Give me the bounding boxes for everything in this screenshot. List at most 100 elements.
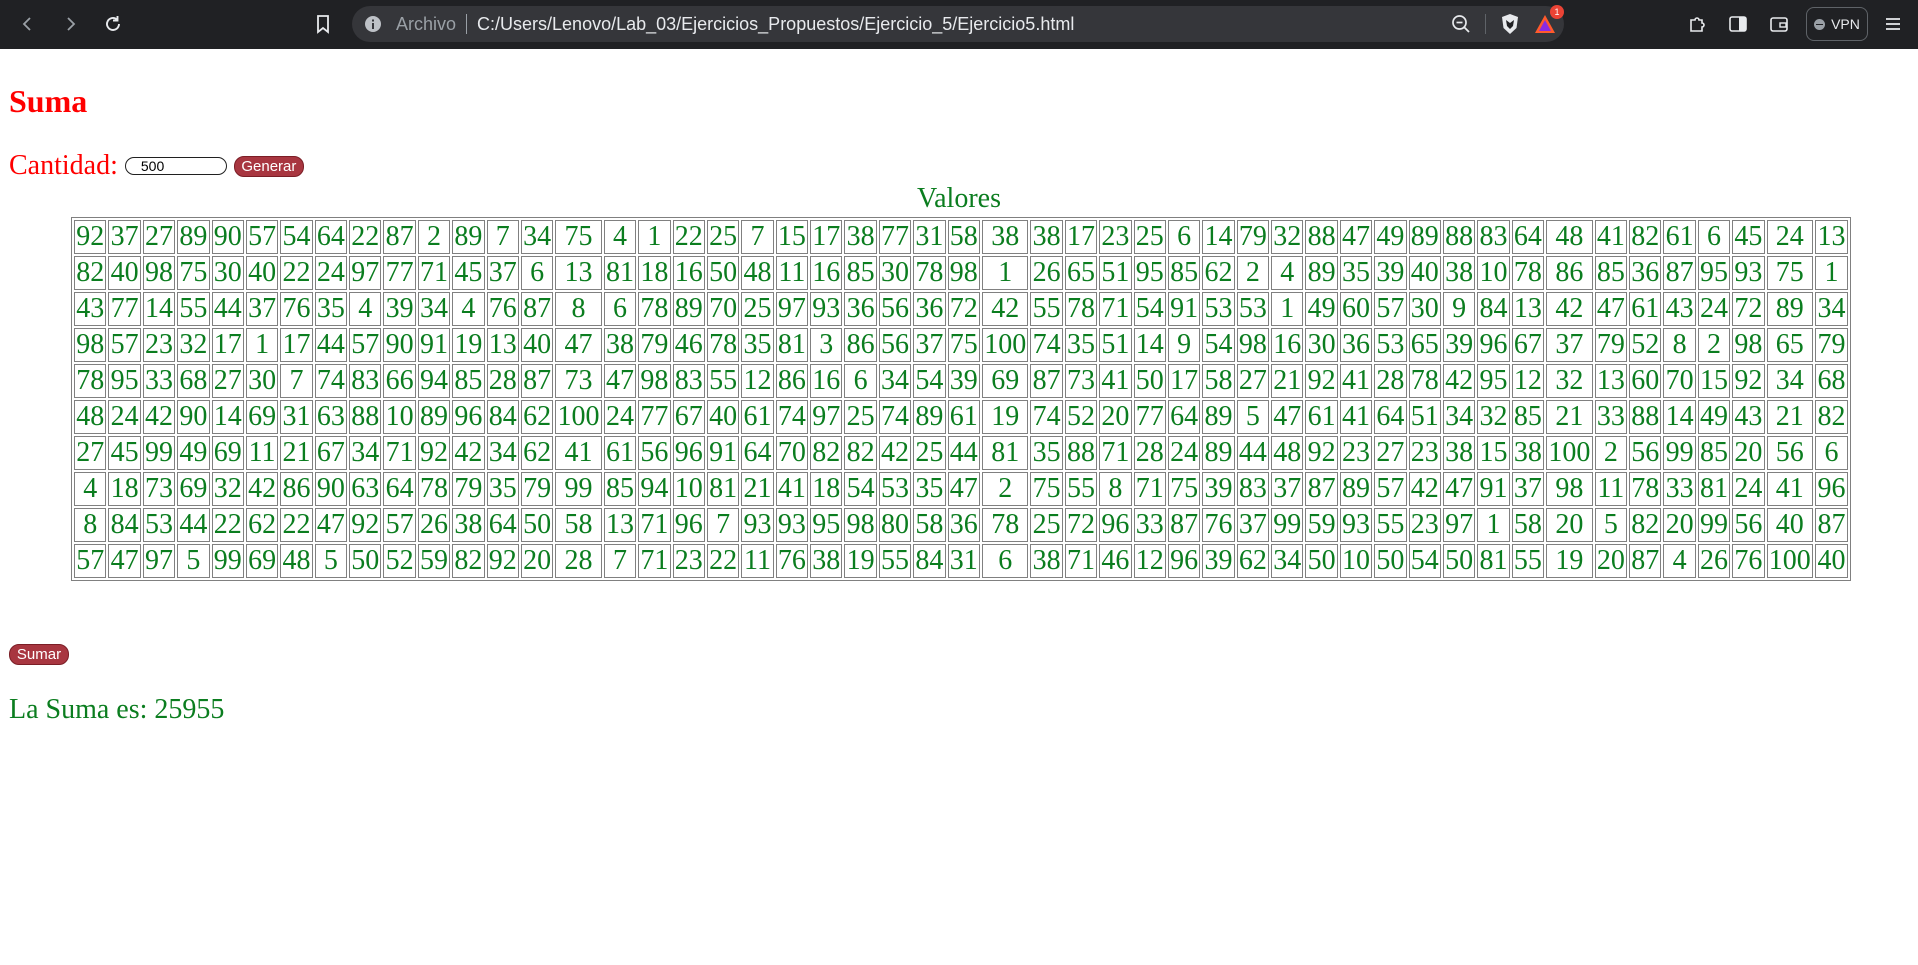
table-cell: 44 xyxy=(211,292,244,326)
table-row: 48 24 42 90 14 69 31 63 88 10 89 96 84 62 100 24 77 67 40 6… xyxy=(74,400,1848,434)
table-cell: 19 xyxy=(452,328,485,362)
table-cell: 41 xyxy=(1339,400,1373,434)
info-icon[interactable] xyxy=(364,15,382,33)
wallet-icon[interactable] xyxy=(1763,8,1795,40)
table-cell: 40 xyxy=(1766,508,1814,542)
table-cell: 4 xyxy=(603,220,637,254)
brave-shield-icon[interactable] xyxy=(1500,13,1520,35)
table-cell: 78 xyxy=(1064,292,1098,326)
table-cell: 85 xyxy=(1594,256,1628,290)
table-cell: 73 xyxy=(142,472,176,506)
table-cell: 58 xyxy=(913,508,946,542)
vpn-status-icon xyxy=(1814,18,1826,30)
table-caption: Valores xyxy=(917,183,1001,214)
table-cell: 52 xyxy=(1629,328,1662,362)
table-cell: 96 xyxy=(672,436,705,470)
table-cell: 88 xyxy=(1442,220,1476,254)
table-cell: 37 xyxy=(108,220,141,254)
table-cell: 89 xyxy=(1766,292,1814,326)
table-cell: 24 xyxy=(1766,220,1814,254)
table-cell: 48 xyxy=(1271,436,1304,470)
table-cell: 84 xyxy=(108,508,141,542)
table-cell: 50 xyxy=(1133,364,1166,398)
table-cell: 10 xyxy=(383,400,416,434)
table-cell: 22 xyxy=(211,508,244,542)
table-cell: 100 xyxy=(555,400,602,434)
toolbar-divider xyxy=(1485,14,1486,34)
table-cell: 43 xyxy=(74,292,107,326)
table-cell: 95 xyxy=(1133,256,1166,290)
table-cell: 16 xyxy=(810,364,843,398)
table-cell: 1 xyxy=(981,256,1029,290)
table-cell: 91 xyxy=(706,436,740,470)
table-cell: 88 xyxy=(349,400,382,434)
table-row: 78 95 33 68 27 30 7 74 83 66 94 85 28 87 73 47 98 83 55 12 8… xyxy=(74,364,1848,398)
table-cell: 36 xyxy=(947,508,980,542)
table-cell: 12 xyxy=(1133,544,1166,578)
extensions-icon[interactable] xyxy=(1681,8,1713,40)
table-cell: 98 xyxy=(74,328,107,362)
table-cell: 37 xyxy=(913,328,946,362)
sidebar-icon[interactable] xyxy=(1722,8,1754,40)
generate-button[interactable]: Generar xyxy=(233,155,304,177)
table-cell: 11 xyxy=(1594,472,1628,506)
table-cell: 78 xyxy=(981,508,1029,542)
table-cell: 82 xyxy=(74,256,107,290)
table-cell: 82 xyxy=(1815,400,1848,434)
table-cell: 70 xyxy=(706,292,740,326)
table-cell: 82 xyxy=(844,436,877,470)
table-cell: 82 xyxy=(810,436,843,470)
table-cell: 34 xyxy=(417,292,451,326)
table-cell: 23 xyxy=(1099,220,1132,254)
table-cell: 37 xyxy=(245,292,279,326)
reload-icon[interactable] xyxy=(97,8,129,40)
table-cell: 53 xyxy=(1236,292,1270,326)
table-cell: 47 xyxy=(108,544,141,578)
table-cell: 76 xyxy=(1732,544,1765,578)
menu-icon[interactable] xyxy=(1877,8,1909,40)
table-cell: 62 xyxy=(520,436,554,470)
table-cell: 60 xyxy=(1629,364,1662,398)
table-cell: 17 xyxy=(1167,364,1201,398)
table-cell: 44 xyxy=(314,328,347,362)
table-cell: 35 xyxy=(1030,436,1063,470)
table-cell: 71 xyxy=(638,508,671,542)
quantity-input[interactable] xyxy=(124,157,227,175)
address-bar[interactable]: Archivo C:/Users/Lenovo/Lab_03/Ejercicio… xyxy=(352,5,1564,42)
table-cell: 87 xyxy=(1663,256,1696,290)
bookmark-icon[interactable] xyxy=(307,8,339,40)
table-cell: 50 xyxy=(1305,544,1338,578)
table-cell: 21 xyxy=(1766,400,1814,434)
table-cell: 45 xyxy=(452,256,485,290)
table-cell: 92 xyxy=(1732,364,1765,398)
table-cell: 50 xyxy=(1374,544,1407,578)
table-cell: 89 xyxy=(177,220,210,254)
sum-button[interactable]: Sumar xyxy=(9,644,69,665)
table-cell: 78 xyxy=(913,256,946,290)
brave-rewards-icon[interactable]: 1 xyxy=(1534,5,1564,34)
back-icon[interactable] xyxy=(12,8,44,40)
zoom-out-icon[interactable] xyxy=(1451,14,1471,34)
table-cell: 42 xyxy=(878,436,912,470)
table-cell: 56 xyxy=(638,436,671,470)
table-cell: 64 xyxy=(1167,400,1201,434)
table-cell: 87 xyxy=(1167,508,1201,542)
table-cell: 41 xyxy=(1766,472,1814,506)
table-cell: 98 xyxy=(947,256,980,290)
table-cell: 37 xyxy=(486,256,519,290)
table-cell: 42 xyxy=(452,436,485,470)
table-cell: 64 xyxy=(1511,220,1545,254)
table-cell: 54 xyxy=(1133,292,1166,326)
table-cell: 4 xyxy=(1663,544,1696,578)
table-cell: 30 xyxy=(1305,328,1338,362)
vpn-button[interactable]: VPN xyxy=(1806,7,1868,41)
table-cell: 32 xyxy=(1546,364,1593,398)
table-cell: 27 xyxy=(1236,364,1270,398)
table-cell: 18 xyxy=(108,472,141,506)
table-row: 92 37 27 89 90 57 54 64 22 87 2 89 7 34 75 4 1 22 25 7 15 17 3… xyxy=(74,220,1848,254)
url-text[interactable]: C:/Users/Lenovo/Lab_03/Ejercicios_Propue… xyxy=(477,14,1074,35)
table-cell: 48 xyxy=(1546,220,1593,254)
table-cell: 71 xyxy=(1064,544,1098,578)
forward-icon[interactable] xyxy=(54,8,86,40)
table-cell: 93 xyxy=(1732,256,1765,290)
